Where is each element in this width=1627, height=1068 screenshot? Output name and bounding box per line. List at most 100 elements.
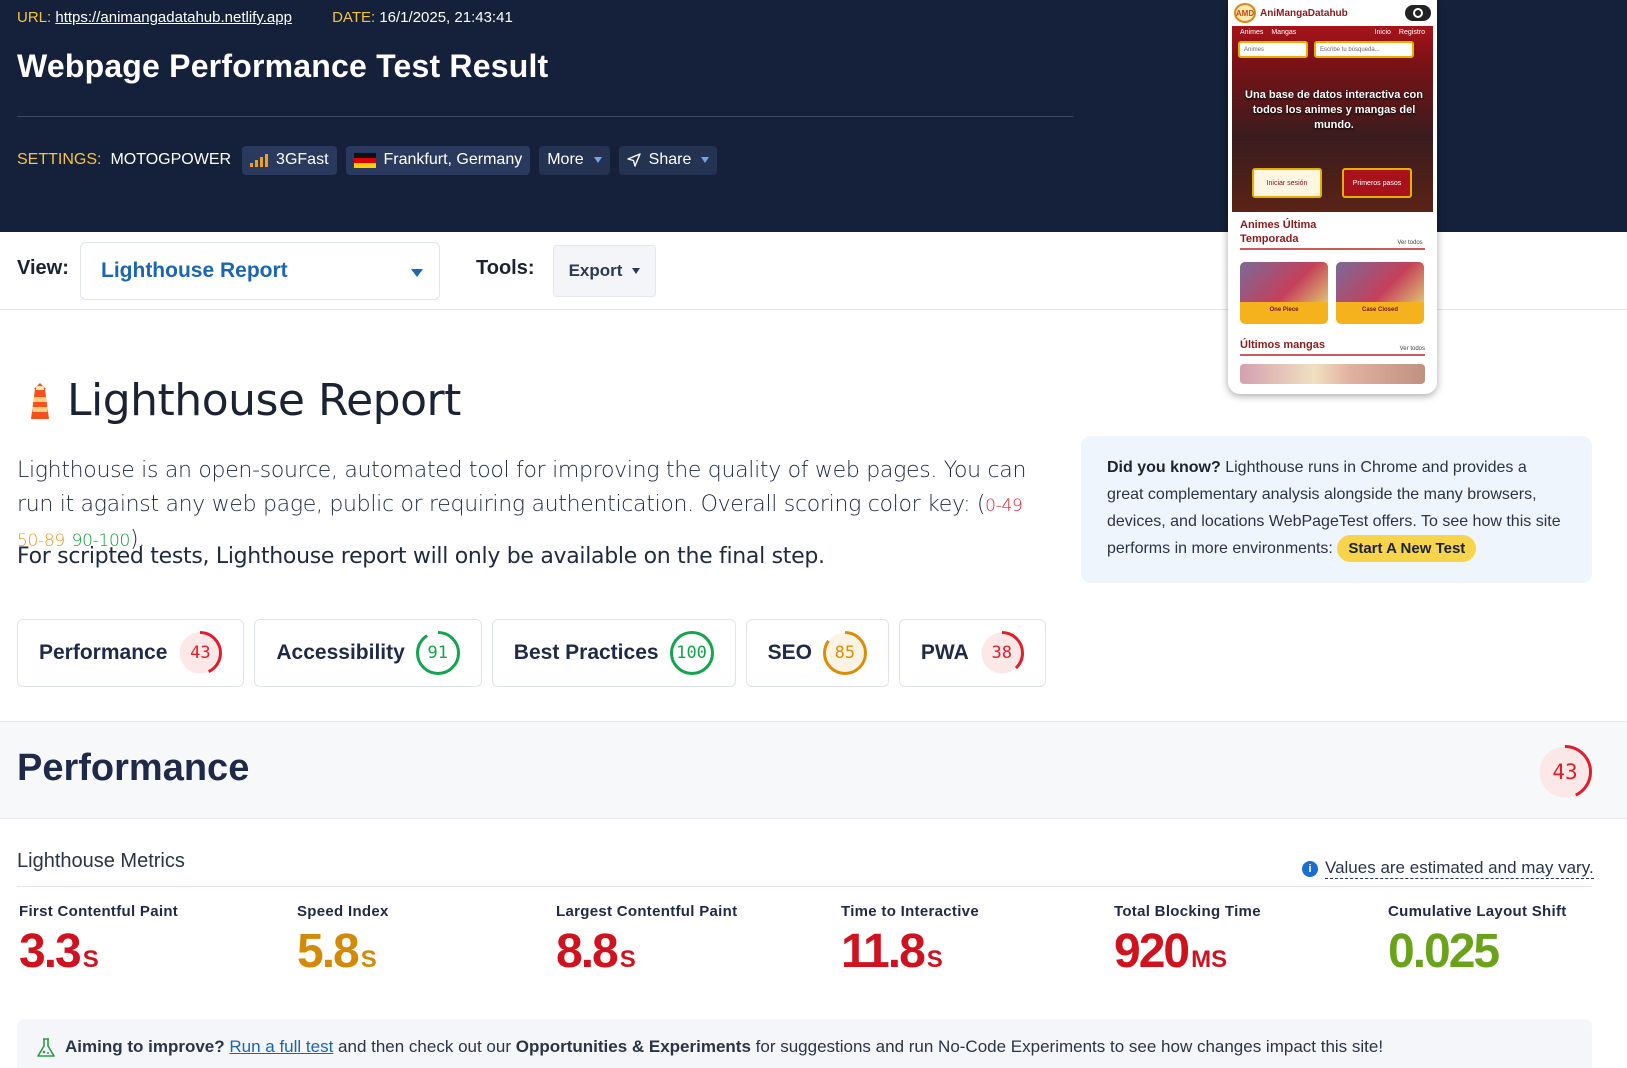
site-login-button: Iniciar sesión <box>1252 168 1322 198</box>
tip-mid: and then check out our <box>333 1037 516 1056</box>
metric-unit: S <box>926 946 943 973</box>
improvement-tip: Aiming to improve? Run a full test and t… <box>17 1019 1592 1068</box>
page-screenshot-thumbnail[interactable]: AMD AniMangaDatahub Animes Mangas Inicio… <box>1228 0 1437 394</box>
connection-badge: 3GFast <box>242 145 337 175</box>
run-full-test-link[interactable]: Run a full test <box>229 1037 333 1056</box>
site-search: Escribe tu búsqueda... <box>1314 41 1414 58</box>
share-label: Share <box>648 151 692 168</box>
performance-score-gauge: 43 <box>1537 744 1593 800</box>
export-button[interactable]: Export <box>553 245 656 297</box>
did-you-know-label: Did you know? <box>1107 459 1221 476</box>
score-gauge: 38 <box>979 630 1025 676</box>
metric-unit: MS <box>1191 946 1228 973</box>
metric-label: Largest Contentful Paint <box>556 903 738 920</box>
site-nav-animes: Animes <box>1240 29 1264 36</box>
score-card-performance[interactable]: Performance 43 <box>17 619 245 687</box>
metrics-divider <box>17 886 1592 887</box>
score-card-pwa[interactable]: PWA 38 <box>898 619 1046 687</box>
score-value: 100 <box>676 643 707 663</box>
score-card-label: Accessibility <box>276 641 405 664</box>
score-gauge: 85 <box>822 630 868 676</box>
tools-label: Tools: <box>476 257 535 279</box>
metric-unit: S <box>82 946 99 973</box>
key-red: 0-49 <box>985 496 1023 516</box>
score-value: 43 <box>190 643 211 663</box>
more-button[interactable]: More <box>539 145 610 175</box>
view-select[interactable]: Lighthouse Report <box>80 242 440 300</box>
tip-end: for suggestions and run No-Code Experime… <box>750 1037 1384 1056</box>
lighthouse-icon <box>31 382 49 419</box>
chevron-down-icon <box>701 157 710 163</box>
site-manga-strip <box>1240 364 1425 384</box>
more-label: More <box>547 151 584 168</box>
site-hero: Animes Mangas Inicio Registro Animes Esc… <box>1232 26 1433 212</box>
score-gauge: 91 <box>415 630 461 676</box>
site-section-title: Animes Última Temporada <box>1240 219 1317 245</box>
url-label: URL: <box>17 9 52 26</box>
share-button[interactable]: Share <box>618 145 718 175</box>
flask-icon <box>37 1038 55 1057</box>
site-logo: AMD <box>1234 3 1256 23</box>
category-scores: Performance 43 Accessibility 91 Best Pra… <box>17 619 1046 687</box>
did-you-know-callout: Did you know? Lighthouse runs in Chrome … <box>1081 436 1592 583</box>
metric-label: Total Blocking Time <box>1114 903 1261 920</box>
performance-heading: Performance <box>17 747 250 789</box>
test-date: 16/1/2025, 21:43:41 <box>379 9 513 26</box>
score-card-label: Best Practices <box>513 641 659 664</box>
signal-icon <box>250 153 269 167</box>
site-nav-mangas: Mangas <box>1271 29 1297 36</box>
page-title: Webpage Performance Test Result <box>17 48 549 84</box>
metric-label: First Contentful Paint <box>19 903 179 920</box>
estimate-note-text: Values are estimated and may vary. <box>1325 858 1594 879</box>
theme-toggle-icon <box>1405 5 1431 21</box>
metric-value: 920 <box>1114 925 1190 978</box>
score-card-label: SEO <box>767 641 812 664</box>
header-divider <box>17 116 1073 117</box>
score-card-label: Performance <box>39 641 168 664</box>
metric-first-contentful-paint: First Contentful Paint 3.3 S <box>19 903 178 979</box>
metric-cumulative-layout-shift: Cumulative Layout Shift 0.025 <box>1388 903 1567 979</box>
test-meta: URL: https://animangadatahub.netlify.app… <box>17 9 513 26</box>
metric-unit: S <box>360 946 377 973</box>
site-nav-register: Registro <box>1398 29 1425 36</box>
send-icon <box>626 153 641 167</box>
performance-section-header: Performance 43 <box>0 721 1627 819</box>
location-label: Frankfurt, Germany <box>383 151 523 168</box>
report-title: Lighthouse Report <box>25 375 461 426</box>
site-card: Case Closed <box>1336 262 1424 324</box>
score-card-seo[interactable]: SEO 85 <box>745 619 889 687</box>
score-card-best-practices[interactable]: Best Practices 100 <box>491 619 736 687</box>
tip-lead: Aiming to improve? <box>65 1037 225 1056</box>
location-badge: Frankfurt, Germany <box>345 145 531 175</box>
metric-label: Time to Interactive <box>841 903 979 920</box>
tested-url-link[interactable]: https://animangadatahub.netlify.app <box>55 9 292 26</box>
site-select: Animes <box>1238 41 1308 58</box>
metric-value: 3.3 <box>19 925 82 978</box>
start-new-test-button[interactable]: Start A New Test <box>1337 535 1477 562</box>
germany-flag-icon <box>353 152 376 168</box>
score-gauge: 100 <box>669 630 715 676</box>
metric-label: Cumulative Layout Shift <box>1388 903 1567 920</box>
chevron-down-icon <box>411 269 423 277</box>
metric-value: 8.8 <box>556 925 619 978</box>
site-brand: AniMangaDatahub <box>1260 7 1348 19</box>
site-see-all: Ver todos <box>1397 240 1423 246</box>
metric-unit: S <box>619 946 636 973</box>
view-select-value: Lighthouse Report <box>101 259 288 282</box>
score-value: 85 <box>834 643 856 663</box>
view-label: View: <box>17 257 69 279</box>
score-value: 43 <box>1552 760 1578 784</box>
site-see-all: Ver todos <box>1399 346 1425 352</box>
score-card-accessibility[interactable]: Accessibility 91 <box>254 619 482 687</box>
site-card: One Piece <box>1240 262 1328 324</box>
info-icon: i <box>1302 860 1318 877</box>
metric-value: 11.8 <box>841 925 926 978</box>
site-section-title: Últimos mangas <box>1240 339 1325 351</box>
site-first-steps-button: Primeros pasos <box>1342 168 1412 198</box>
estimate-note[interactable]: i Values are estimated and may vary. <box>1302 858 1594 879</box>
score-value: 38 <box>991 643 1012 663</box>
site-tagline: Una base de datos interactiva con todos … <box>1245 89 1423 131</box>
tip-bold: Opportunities & Experiments <box>515 1037 751 1056</box>
metric-time-to-interactive: Time to Interactive 11.8 S <box>841 903 979 979</box>
intro-text: Lighthouse is an open-source, automated … <box>17 458 1027 517</box>
